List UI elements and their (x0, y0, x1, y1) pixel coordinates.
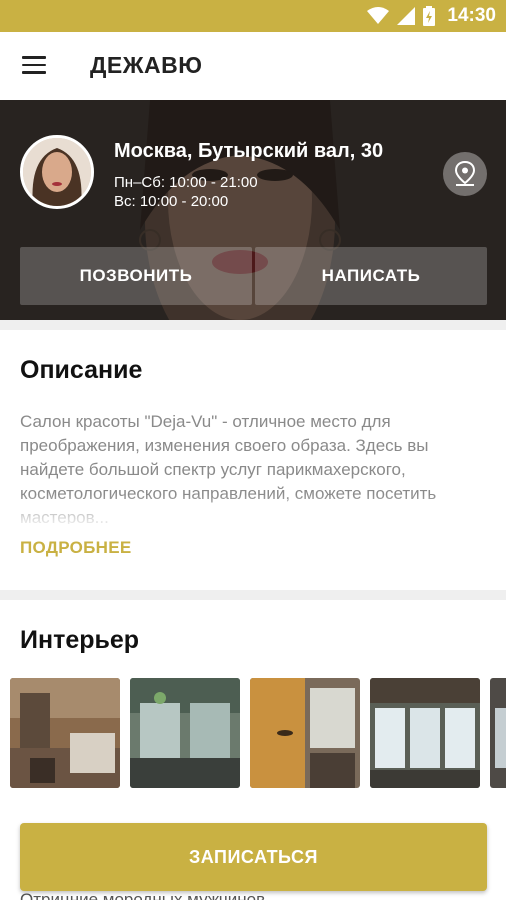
interior-title: Интерьер (20, 626, 140, 654)
write-button[interactable]: НАПИСАТЬ (255, 247, 487, 305)
map-button[interactable] (443, 152, 487, 196)
working-hours-weekdays: Пн–Сб: 10:00 - 21:00 (114, 174, 258, 191)
salon-header: Москва, Бутырский вал, 30 Пн–Сб: 10:00 -… (0, 100, 506, 320)
interior-photo[interactable] (490, 678, 506, 788)
app-bar: ДЕЖАВЮ (0, 32, 506, 100)
wifi-icon (367, 7, 390, 24)
interior-photo[interactable] (370, 678, 480, 788)
book-appointment-button[interactable]: ЗАПИСАТЬСЯ (20, 823, 487, 891)
map-pin-icon (454, 161, 476, 186)
status-bar: 14:30 (0, 0, 506, 32)
next-section-peek: Отрицние мородных мужчинов (20, 890, 266, 900)
app-title: ДЕЖАВЮ (90, 52, 203, 78)
contact-actions: ПОЗВОНИТЬ НАПИСАТЬ (20, 247, 487, 305)
description-title: Описание (20, 356, 143, 384)
avatar-image (23, 138, 91, 206)
battery-icon (423, 6, 436, 26)
description-card: Описание Салон красоты "Deja-Vu" - отлич… (0, 330, 506, 590)
description-fade (0, 494, 506, 530)
hamburger-menu-icon[interactable] (22, 56, 46, 74)
working-hours-sunday: Вс: 10:00 - 20:00 (114, 193, 229, 210)
interior-photo[interactable] (250, 678, 360, 788)
salon-avatar (20, 135, 94, 209)
booking-bar: Отрицние мородных мужчинов ЗАПИСАТЬСЯ (0, 810, 506, 900)
status-icons: 14:30 (367, 0, 496, 32)
status-time: 14:30 (447, 5, 496, 26)
interior-photo[interactable] (130, 678, 240, 788)
read-more-link[interactable]: ПОДРОБНЕЕ (20, 538, 132, 558)
call-button[interactable]: ПОЗВОНИТЬ (20, 247, 252, 305)
interior-gallery[interactable] (10, 678, 506, 788)
salon-address: Москва, Бутырский вал, 30 (114, 140, 384, 162)
cell-signal-icon (397, 7, 416, 25)
interior-card: Интерьер (0, 600, 506, 810)
interior-photo[interactable] (10, 678, 120, 788)
